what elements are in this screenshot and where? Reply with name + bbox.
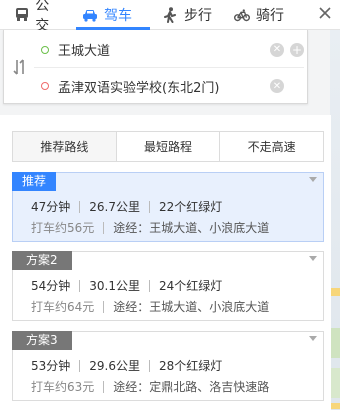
map-park (330, 368, 340, 398)
route-traffic-lights: 24个红绿灯 (159, 279, 223, 293)
end-point-row[interactable]: 孟津双语实验学校(东北2门) ✕ (34, 68, 304, 104)
tab-recommended[interactable]: 推荐路线 (13, 132, 117, 161)
tab-bike[interactable]: 骑行 (224, 0, 306, 30)
tab-shortest[interactable]: 最短路程 (116, 132, 221, 161)
route-distance: 30.1公里 (89, 279, 141, 293)
route-summary: 47分钟 26.7公里 22个红绿灯 (31, 198, 222, 215)
route-tag: 方案2 (12, 251, 72, 270)
route-summary: 53分钟 29.6公里 28个红绿灯 (31, 357, 222, 374)
start-point-input[interactable]: 王城大道 (58, 40, 264, 59)
route-traffic-lights: 22个红绿灯 (159, 200, 223, 214)
swap-icon[interactable] (12, 58, 28, 76)
map-road (330, 288, 340, 296)
divider (149, 359, 151, 372)
tab-no-highway[interactable]: 不走高速 (220, 132, 324, 161)
tab-walk-label: 步行 (184, 7, 212, 24)
clear-icon[interactable]: ✕ (270, 42, 284, 57)
route-via: 途经：王城大道、小浪底大道 (113, 221, 270, 235)
route-tag: 推荐 (12, 172, 57, 191)
route-traffic-lights: 28个红绿灯 (159, 359, 223, 373)
caret-down-icon[interactable] (309, 336, 317, 341)
close-icon (318, 6, 332, 23)
route-details: 打车约56元 途经：王城大道、小浪底大道 (31, 219, 269, 236)
route-search-panel: 王城大道 ✕ + 孟津双语实验学校(东北2门) ✕ (3, 30, 308, 104)
divider (79, 359, 81, 372)
walk-icon (162, 6, 178, 23)
route-details: 打车约63元 途经：定鼎北路、洛吉快速路 (31, 378, 269, 395)
divider (149, 200, 151, 213)
map-background[interactable] (330, 28, 340, 410)
add-waypoint-icon[interactable]: + (290, 42, 304, 57)
divider (103, 221, 105, 234)
map-park (330, 328, 340, 358)
tab-bike-label: 骑行 (256, 7, 284, 24)
start-dot-icon (41, 45, 49, 54)
divider (149, 279, 151, 292)
route-time: 54分钟 (31, 279, 71, 293)
route-via: 途经：定鼎北路、洛吉快速路 (113, 380, 270, 394)
start-point-row[interactable]: 王城大道 ✕ + (34, 32, 304, 68)
end-point-input[interactable]: 孟津双语实验学校(东北2门) (58, 77, 264, 96)
tab-bus[interactable]: 公交 (0, 0, 70, 34)
clear-icon[interactable]: ✕ (270, 79, 284, 93)
map-road (330, 403, 340, 409)
route-card[interactable]: 方案3 53分钟 29.6公里 28个红绿灯 打车约63元 途经：定鼎北路、洛吉… (12, 331, 324, 401)
route-time: 53分钟 (31, 359, 71, 373)
route-distance: 29.6公里 (89, 359, 141, 373)
car-icon (82, 7, 98, 23)
route-details: 打车约64元 途经：王城大道、小浪底大道 (31, 298, 269, 315)
divider (79, 200, 81, 213)
end-dot-icon (41, 82, 49, 90)
tab-drive[interactable]: 驾车 (70, 0, 150, 30)
route-taxi-fare: 打车约56元 (31, 221, 95, 235)
caret-down-icon[interactable] (309, 256, 317, 261)
route-via: 途经：王城大道、小浪底大道 (113, 300, 270, 314)
route-card[interactable]: 推荐 47分钟 26.7公里 22个红绿灯 打车约56元 途经：王城大道、小浪底… (12, 172, 324, 242)
route-taxi-fare: 打车约63元 (31, 380, 95, 394)
caret-down-icon[interactable] (309, 177, 317, 182)
travel-mode-bar: 公交 驾车 步行 骑行 (0, 0, 340, 34)
close-button[interactable] (310, 0, 340, 30)
route-time: 47分钟 (31, 200, 71, 214)
tab-walk[interactable]: 步行 (150, 0, 224, 30)
route-taxi-fare: 打车约64元 (31, 300, 95, 314)
route-tag: 方案3 (12, 331, 72, 350)
route-results: 推荐路线 最短路程 不走高速 推荐 47分钟 26.7公里 22个红绿灯 打车约… (0, 115, 331, 410)
divider (103, 380, 105, 393)
bus-icon (14, 7, 29, 23)
tab-drive-label: 驾车 (104, 7, 132, 24)
divider (103, 300, 105, 313)
divider (79, 279, 81, 292)
bike-icon (234, 7, 250, 23)
route-summary: 54分钟 30.1公里 24个红绿灯 (31, 277, 222, 294)
route-preference-tabs: 推荐路线 最短路程 不走高速 (12, 131, 324, 162)
route-distance: 26.7公里 (89, 200, 141, 214)
route-card[interactable]: 方案2 54分钟 30.1公里 24个红绿灯 打车约64元 途经：王城大道、小浪… (12, 251, 324, 321)
